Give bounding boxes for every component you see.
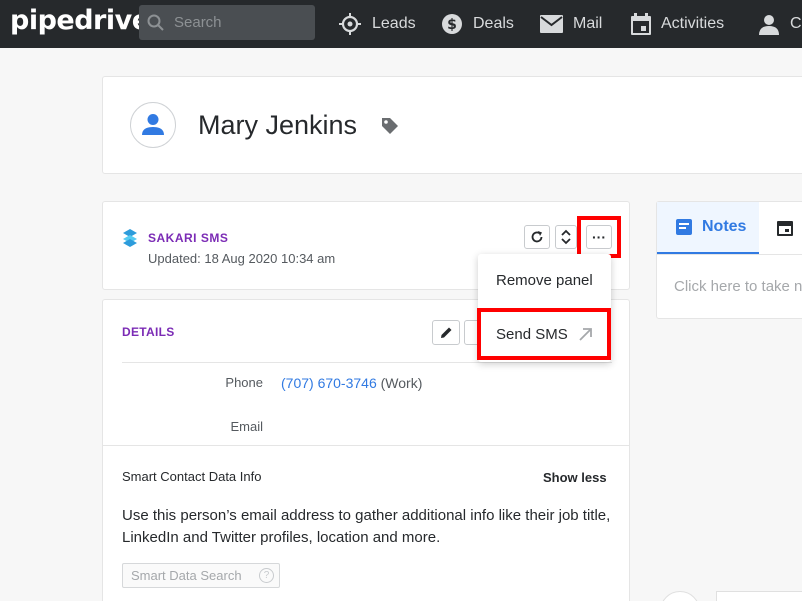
- top-nav: pipedrive Search Leads $ Deals Mail Acti…: [0, 0, 802, 48]
- divider: [103, 445, 629, 446]
- details-title[interactable]: DETAILS: [122, 325, 175, 339]
- bottom-circle-element[interactable]: [660, 591, 700, 601]
- help-icon[interactable]: ?: [259, 568, 274, 583]
- smart-button-label: Smart Data Search: [131, 568, 242, 583]
- person-header: Mary Jenkins: [102, 76, 802, 174]
- nav-item-leads[interactable]: Leads: [338, 0, 416, 48]
- note-icon: [676, 219, 692, 235]
- calendar-tab-icon[interactable]: [777, 219, 793, 236]
- refresh-icon: [531, 231, 543, 243]
- avatar[interactable]: [130, 102, 176, 148]
- person-name[interactable]: Mary Jenkins: [198, 110, 357, 141]
- nav-label: Mail: [573, 15, 603, 32]
- sakari-logo-icon: [123, 229, 137, 247]
- tab-notes[interactable]: Notes: [657, 202, 759, 254]
- nav-item-deals[interactable]: $ Deals: [441, 0, 514, 48]
- divider: [122, 362, 612, 363]
- reorder-button[interactable]: [555, 225, 577, 249]
- nav-label: Deals: [473, 15, 514, 32]
- pipedrive-logo[interactable]: pipedrive: [10, 5, 150, 36]
- nav-item-activities[interactable]: Activities: [631, 0, 724, 48]
- svg-text:$: $: [447, 17, 457, 33]
- sort-arrows-icon: [561, 229, 571, 245]
- phone-number-link[interactable]: (707) 670-3746: [281, 375, 377, 391]
- search-input[interactable]: Search: [174, 14, 222, 31]
- nav-label: C: [790, 15, 802, 32]
- highlight-more-button: [577, 216, 621, 258]
- phone-label: Phone: [225, 375, 263, 390]
- phone-value[interactable]: (707) 670-3746 (Work): [281, 375, 422, 391]
- tag-icon[interactable]: [381, 117, 399, 135]
- refresh-button[interactable]: [524, 225, 550, 249]
- tab-notes-label: Notes: [702, 218, 747, 235]
- nav-label: Activities: [661, 15, 725, 32]
- mail-icon: [540, 15, 563, 33]
- contacts-icon: [759, 15, 779, 35]
- highlight-send-sms: [477, 308, 611, 360]
- bottom-box-element[interactable]: [716, 591, 802, 601]
- person-icon: [142, 114, 164, 135]
- edit-button[interactable]: [432, 320, 460, 345]
- target-icon: [339, 13, 361, 35]
- notes-input[interactable]: Click here to take notes: [674, 278, 802, 295]
- nav-item-mail[interactable]: Mail: [540, 0, 602, 48]
- search-icon: [147, 14, 164, 31]
- panel-updated-text: Updated: 18 Aug 2020 10:34 am: [148, 251, 336, 266]
- show-less-link[interactable]: Show less: [543, 470, 607, 485]
- calendar-icon: [631, 13, 651, 35]
- nav-item-contacts[interactable]: C: [758, 0, 802, 48]
- email-label: Email: [230, 419, 263, 434]
- menu-item-remove-panel[interactable]: Remove panel: [478, 272, 611, 289]
- panel-title[interactable]: SAKARI SMS: [148, 231, 228, 245]
- smart-data-search-button[interactable]: Smart Data Search ?: [122, 563, 280, 588]
- dollar-icon: $: [442, 14, 462, 34]
- search-box[interactable]: Search: [139, 5, 315, 40]
- nav-label: Leads: [372, 15, 416, 32]
- pencil-icon: [440, 327, 451, 338]
- smart-contact-title: Smart Contact Data Info: [122, 469, 262, 484]
- phone-type: (Work): [380, 375, 423, 391]
- notes-panel: Notes Click here to take notes: [656, 201, 802, 319]
- divider: [657, 254, 802, 255]
- smart-contact-description: Use this person’s email address to gathe…: [122, 507, 611, 546]
